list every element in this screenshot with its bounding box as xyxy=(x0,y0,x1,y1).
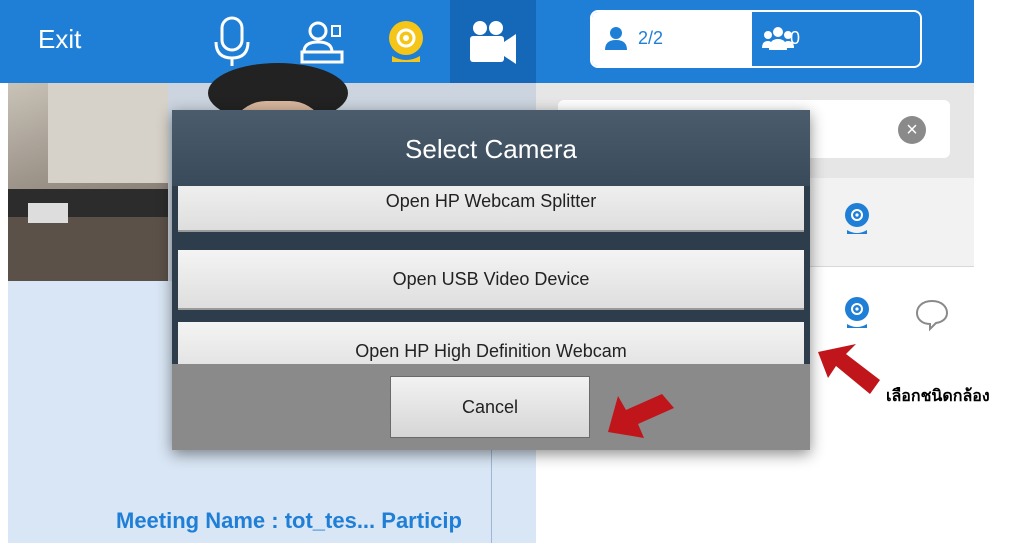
group-count: 0 xyxy=(790,28,801,48)
person-icon xyxy=(604,26,628,55)
webcam-icon[interactable] xyxy=(380,14,432,70)
local-video-thumbnail xyxy=(8,83,168,281)
attendee-count: 2/2 xyxy=(638,28,664,48)
dialog-title: Select Camera xyxy=(405,134,577,164)
participant-webcam-icon[interactable] xyxy=(842,296,872,330)
camera-option[interactable]: Open HP Webcam Splitter xyxy=(178,186,804,232)
exit-button[interactable]: Exit xyxy=(38,24,81,55)
camera-option[interactable]: Open HP High Definition Webcam xyxy=(178,322,804,364)
dialog-footer: Cancel xyxy=(172,364,810,450)
participant-count-box: 2/2 0 xyxy=(590,10,922,68)
dialog-header: Select Camera xyxy=(172,110,810,186)
camera-option[interactable]: Open USB Video Device xyxy=(178,250,804,310)
presenter-icon[interactable] xyxy=(296,14,348,70)
cancel-button[interactable]: Cancel xyxy=(390,376,590,438)
pointer-arrow xyxy=(604,392,676,461)
microphone-icon[interactable] xyxy=(206,14,258,70)
participant-webcam-icon[interactable] xyxy=(842,202,872,236)
clear-search-icon[interactable]: × xyxy=(898,116,926,144)
pointer-arrow xyxy=(816,340,882,403)
select-camera-dialog: Select Camera Open HP Webcam Splitter Op… xyxy=(172,110,810,450)
video-camera-icon[interactable] xyxy=(466,14,518,70)
meeting-name-label: Meeting Name : tot_tes... Particip xyxy=(116,508,462,533)
annotation-caption: เลือกชนิดกล้อง xyxy=(886,386,990,405)
camera-option-list: Open HP Webcam Splitter Open USB Video D… xyxy=(172,186,810,364)
chat-bubble-icon[interactable] xyxy=(914,298,950,337)
